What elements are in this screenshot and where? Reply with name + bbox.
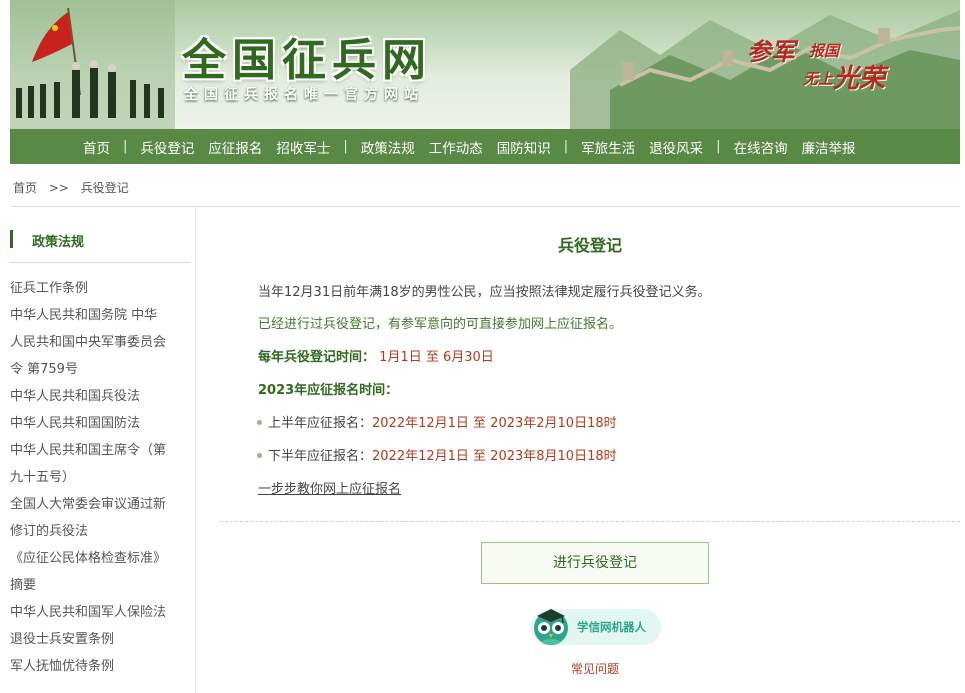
slogan: 参军 报国 无上 光荣: [747, 28, 907, 98]
nav-separator: |: [343, 139, 348, 154]
second-half-label: 下半年应征报名：: [268, 449, 373, 464]
header-banner: 全国征兵网 全国征兵报名唯一官方网站 参军 报国 无上 光荣: [10, 0, 960, 129]
breadcrumb-separator: >>: [48, 181, 69, 195]
sidebar-list: 征兵工作条例 中华人民共和国务院 中华 人民共和国中央军事委员会 令 第759号…: [10, 275, 190, 680]
sidebar-item[interactable]: 中华人民共和国主席令（第: [10, 437, 190, 464]
nav-item-veterans[interactable]: 退役风采: [642, 137, 710, 157]
sidebar-item[interactable]: 令 第759号: [10, 356, 190, 383]
prior-registration-note: 已经进行过兵役登记，有参军意向的可直接参加网上应征报名。: [258, 317, 623, 332]
first-half-period: 上半年应征报名：2022年12月1日 至 2023年2月10日18时: [257, 412, 617, 431]
sidebar: 政策法规 征兵工作条例 中华人民共和国务院 中华 人民共和国中央军事委员会 令 …: [10, 207, 196, 693]
nav-item-defense-knowledge[interactable]: 国防知识: [490, 137, 558, 157]
slogan-part-1: 参军: [747, 37, 795, 66]
sidebar-item[interactable]: 中华人民共和国务院 中华: [10, 302, 190, 329]
sidebar-item[interactable]: 征兵工作条例: [10, 275, 190, 302]
nav-item-policies[interactable]: 政策法规: [354, 137, 422, 157]
nav-item-registration[interactable]: 兵役登记: [133, 137, 201, 157]
page-title: 兵役登记: [557, 236, 622, 255]
site-subtitle: 全国征兵报名唯一官方网站: [184, 87, 424, 103]
nav-item-integrity-report[interactable]: 廉洁举报: [795, 137, 863, 157]
nav-item-military-life[interactable]: 军旅生活: [574, 137, 642, 157]
sidebar-item[interactable]: 人民共和国中央军事委员会: [10, 329, 190, 356]
faq-link[interactable]: 常见问题: [571, 660, 619, 677]
first-half-label: 上半年应征报名：: [268, 416, 373, 431]
robot-owl-icon: [534, 609, 568, 645]
sidebar-item[interactable]: 九十五号）: [10, 464, 190, 491]
breadcrumb-current: 兵役登记: [80, 181, 129, 195]
first-half-value: 2022年12月1日 至 2023年2月10日18时: [372, 416, 617, 431]
sidebar-item[interactable]: 中华人民共和国军人保险法: [10, 599, 190, 626]
bullet-dot-icon: [257, 420, 262, 425]
registration-time-value: 1月1日 至 6月30日: [379, 350, 494, 365]
main-nav: 首页 | 兵役登记 应征报名 招收军士 | 政策法规 工作动态 国防知识 | 军…: [10, 129, 960, 164]
sidebar-item[interactable]: 军人抚恤优待条例: [10, 653, 190, 680]
nav-item-recruit-sergeants[interactable]: 招收军士: [269, 137, 337, 157]
sidebar-item[interactable]: 全国人大常委会审议通过新: [10, 491, 190, 518]
sidebar-item[interactable]: 退役士兵安置条例: [10, 626, 190, 653]
nav-separator: |: [123, 139, 128, 154]
enlistment-guide-link[interactable]: 一步步教你网上应征报名: [258, 478, 401, 497]
chatbot-label: 学信网机器人: [577, 620, 646, 634]
nav-item-work-news[interactable]: 工作动态: [422, 137, 490, 157]
second-half-value: 2022年12月1日 至 2023年8月10日18时: [372, 449, 617, 464]
breadcrumb-home[interactable]: 首页: [13, 181, 37, 195]
sidebar-item[interactable]: 摘要: [10, 572, 190, 599]
sidebar-header: 政策法规: [10, 229, 190, 263]
sidebar-item[interactable]: 中华人民共和国国防法: [10, 410, 190, 437]
sidebar-item[interactable]: 《应征公民体格检查标准》: [10, 545, 190, 572]
nav-item-enlistment[interactable]: 应征报名: [201, 137, 269, 157]
registration-time: 每年兵役登记时间： 1月1日 至 6月30日: [258, 346, 494, 365]
nav-item-home[interactable]: 首页: [76, 137, 117, 157]
enlistment-time-heading: 2023年应征报名时间：: [258, 379, 398, 398]
slogan-part-4: 光荣: [833, 64, 886, 94]
breadcrumb: 首页 >> 兵役登记: [13, 179, 129, 196]
site-title: 全国征兵网: [182, 35, 432, 86]
nav-separator: |: [716, 139, 721, 154]
bullet-dot-icon: [257, 453, 262, 458]
second-half-period: 下半年应征报名：2022年12月1日 至 2023年8月10日18时: [257, 445, 617, 464]
chatbot-button[interactable]: 学信网机器人: [531, 609, 661, 645]
sidebar-item[interactable]: 修订的兵役法: [10, 518, 190, 545]
sidebar-item[interactable]: 中华人民共和国兵役法: [10, 383, 190, 410]
register-button[interactable]: 进行兵役登记: [481, 542, 709, 584]
sidebar-heading: 政策法规: [32, 235, 85, 250]
nav-item-online-consult[interactable]: 在线咨询: [727, 137, 795, 157]
dashed-divider: [220, 521, 960, 522]
registration-time-label: 每年兵役登记时间：: [258, 350, 376, 365]
slogan-part-3: 无上: [803, 70, 834, 88]
intro-paragraph: 当年12月31日前年满18岁的男性公民，应当按照法律规定履行兵役登记义务。: [258, 285, 711, 300]
sidebar-header-marker: [10, 230, 13, 248]
enlistment-time-label: 2023年应征报名时间：: [258, 383, 399, 398]
nav-separator: |: [563, 139, 569, 154]
